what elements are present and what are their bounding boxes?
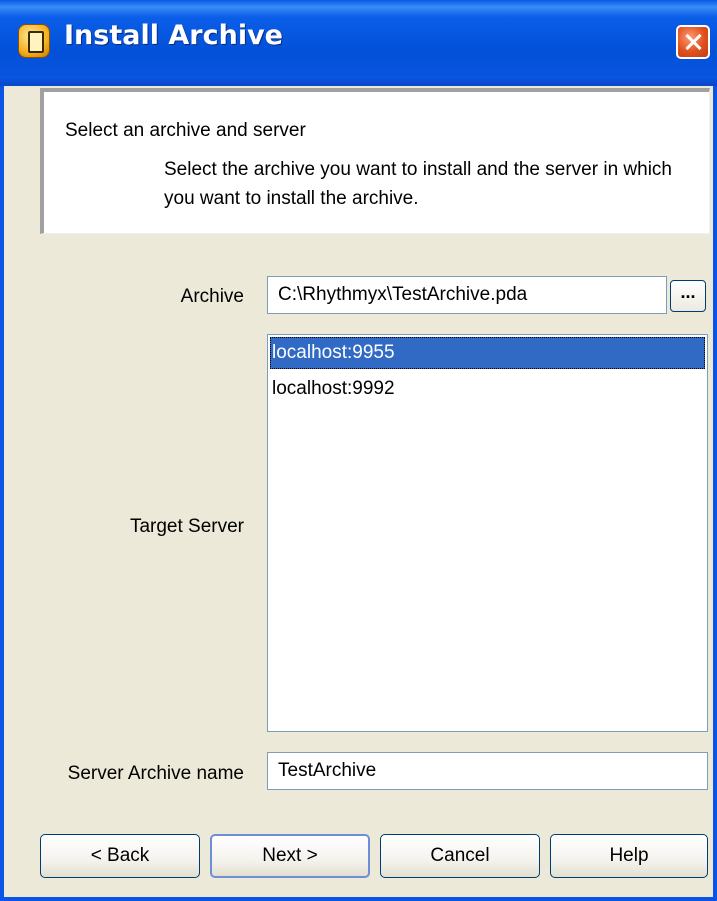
close-button[interactable] bbox=[676, 25, 710, 59]
help-button[interactable]: Help bbox=[550, 834, 708, 878]
archive-label: Archive bbox=[180, 286, 244, 307]
next-button[interactable]: Next > bbox=[210, 834, 370, 878]
list-item-localhost-9992[interactable]: localhost:9992 bbox=[270, 373, 705, 405]
header-description: Select the archive you want to install a… bbox=[164, 159, 672, 209]
target-server-list[interactable]: localhost:9955 localhost:9992 bbox=[267, 334, 708, 732]
header-title: Select an archive and server bbox=[65, 120, 306, 141]
list-item-localhost-9955[interactable]: localhost:9955 bbox=[270, 337, 705, 369]
server-archive-name-input[interactable]: TestArchive bbox=[267, 752, 708, 790]
archive-path-input[interactable]: C:\Rhythmyx\TestArchive.pda bbox=[267, 276, 667, 314]
header-panel: Select an archive and server Select the … bbox=[40, 88, 710, 234]
archive-icon bbox=[18, 24, 50, 58]
server-archive-name-label: Server Archive name bbox=[67, 763, 244, 784]
title-bar[interactable]: Install Archive bbox=[0, 0, 717, 86]
target-server-label: Target Server bbox=[129, 516, 244, 537]
back-button[interactable]: < Back bbox=[40, 834, 200, 878]
install-archive-dialog: Install Archive Select an archive and se… bbox=[0, 0, 717, 901]
browse-button[interactable]: ... bbox=[670, 280, 706, 312]
window-title: Install Archive bbox=[64, 20, 283, 51]
cancel-button[interactable]: Cancel bbox=[380, 834, 540, 878]
